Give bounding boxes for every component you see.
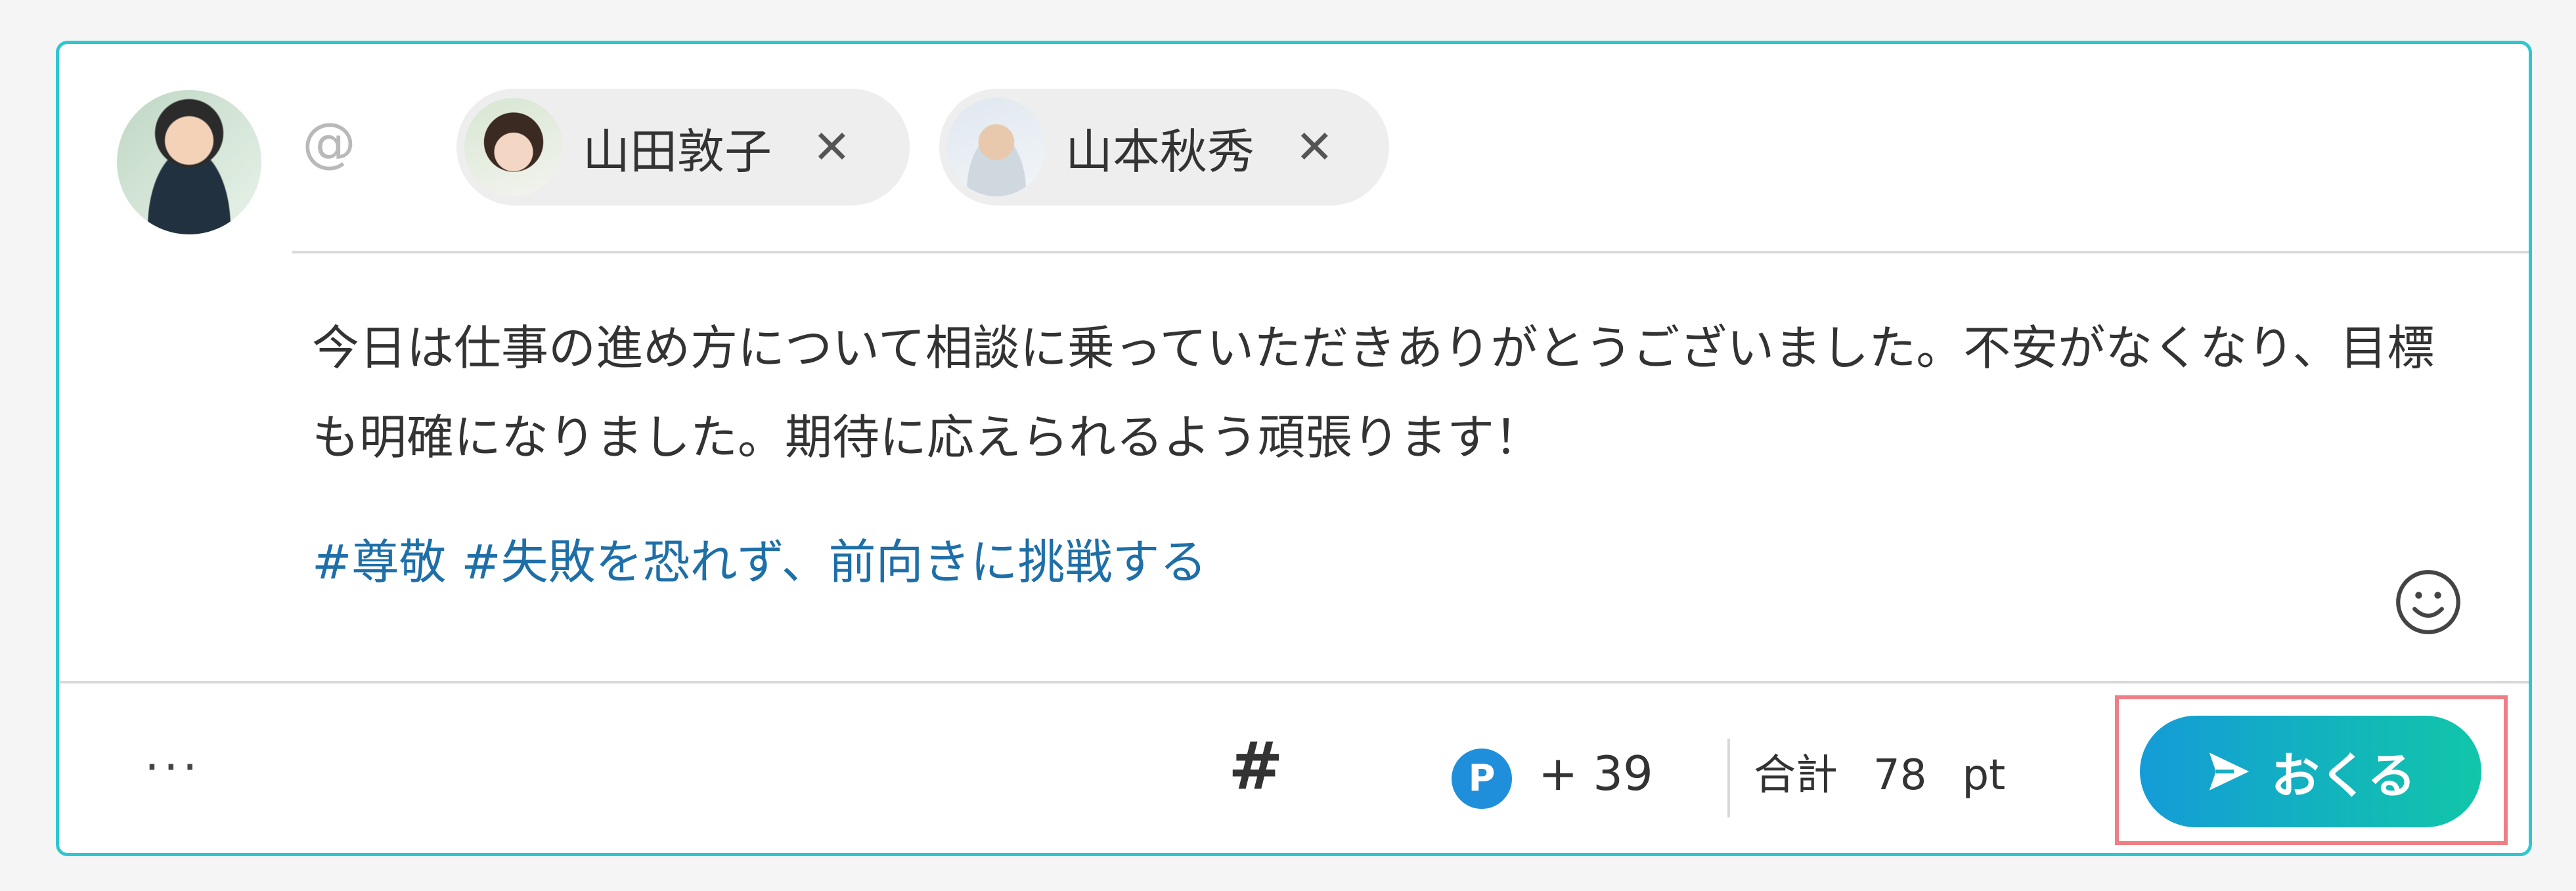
points-added[interactable]: + 39 xyxy=(1538,750,1653,797)
sender-avatar xyxy=(117,90,261,234)
header-divider xyxy=(292,251,2529,253)
points-total: 合計 78 pt xyxy=(1754,754,2005,796)
recipient-name: 山本秋秀 xyxy=(1065,123,1255,179)
send-icon xyxy=(2209,752,2249,791)
hashtag-icon[interactable]: # xyxy=(1228,733,1283,799)
mention-at-icon: @ xyxy=(302,112,356,174)
total-unit: pt xyxy=(1962,751,2006,800)
total-label: 合計 xyxy=(1754,751,1838,800)
footer-divider xyxy=(59,681,2529,684)
send-label: おくる xyxy=(2271,747,2416,804)
remove-recipient-icon[interactable]: ✕ xyxy=(1295,124,1334,170)
remove-recipient-icon[interactable]: ✕ xyxy=(812,124,851,170)
recipient-name: 山田敦子 xyxy=(583,123,772,179)
post-composer: @ 山田敦子 ✕ 山本秋秀 ✕ 今日は仕事の進め方について相談に乗っていただきあ… xyxy=(56,41,2532,856)
points-icon: P xyxy=(1452,749,1512,809)
send-button[interactable]: おくる xyxy=(2140,716,2481,827)
more-options-icon[interactable]: ··· xyxy=(144,743,202,791)
message-hashtags[interactable]: #尊敬 #失敗を恐れず、前向きに挑戦する xyxy=(312,523,1207,592)
message-text[interactable]: 今日は仕事の進め方について相談に乗っていただきありがとうございました。不安がなく… xyxy=(312,303,2466,482)
recipient-chip[interactable]: 山本秋秀 ✕ xyxy=(939,89,1389,206)
total-value: 78 xyxy=(1873,751,1927,800)
recipient-chip[interactable]: 山田敦子 ✕ xyxy=(456,89,910,206)
emoji-icon[interactable] xyxy=(2394,568,2462,636)
recipient-avatar xyxy=(464,98,563,196)
footer-separator xyxy=(1727,739,1730,817)
recipient-avatar xyxy=(947,98,1046,196)
